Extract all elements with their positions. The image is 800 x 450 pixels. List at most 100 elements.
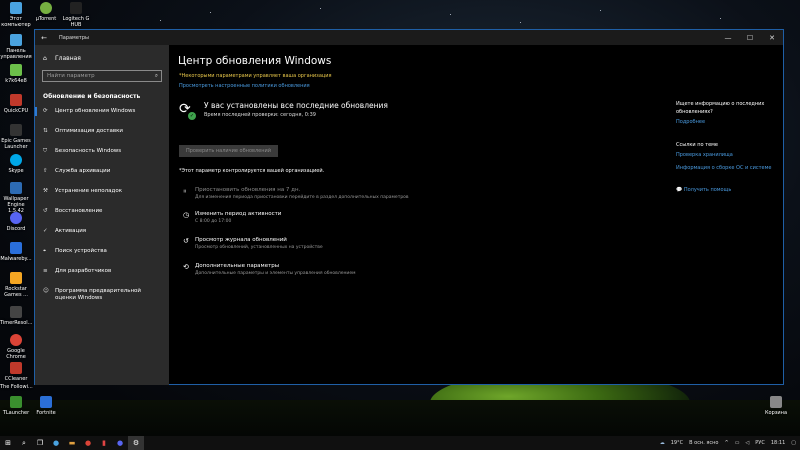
update-status: ⟳ ✓ У вас установлены все последние обно… — [179, 101, 388, 121]
settings-taskbar-icon[interactable]: ⚙ — [128, 436, 144, 450]
language-indicator[interactable]: РУС — [755, 440, 765, 446]
history-icon: ↺ — [183, 237, 189, 245]
task-view-icon[interactable]: ❐ — [32, 436, 48, 450]
sidebar-item-recovery[interactable]: ↺ Восстановление — [35, 208, 169, 228]
computer-icon — [10, 2, 22, 14]
desktop-icon-k7k[interactable]: k7k64e8 — [0, 64, 32, 84]
backup-icon: ⇧ — [43, 168, 48, 174]
check-badge-icon: ✓ — [188, 112, 196, 120]
page-title: Центр обновления Windows — [178, 55, 332, 67]
os-build-info-link[interactable]: Информация о сборке ОС и системе — [676, 165, 776, 171]
find-device-icon: ⌖ — [43, 248, 47, 254]
explorer-icon[interactable]: ▬ — [64, 436, 80, 450]
app-taskbar-icon[interactable]: ▮ — [96, 436, 112, 450]
advanced-settings-icon: ⟲ — [183, 263, 189, 271]
cube-icon — [10, 64, 22, 76]
sidebar-home[interactable]: ⌂ Главная — [35, 50, 169, 66]
search-icon: ⌕ — [154, 72, 158, 79]
weather-temp[interactable]: 19°C — [671, 440, 683, 446]
desktop-icon-malwarebytes[interactable]: Malwareby... — [0, 242, 32, 262]
sidebar-item-activation[interactable]: ✓ Активация — [35, 228, 169, 248]
timer-icon — [10, 306, 22, 318]
chrome-taskbar-icon[interactable]: ● — [80, 436, 96, 450]
start-button-icon[interactable]: ⊞ — [0, 436, 16, 450]
discord-taskbar-icon[interactable]: ● — [48, 436, 64, 450]
chrome-icon — [10, 334, 22, 346]
desktop-icon-epic[interactable]: Epic Games Launcher — [0, 124, 32, 150]
org-managed-note: *Некоторыми параметрами управляет ваша о… — [179, 73, 332, 79]
utorrent-icon — [40, 2, 52, 14]
desktop-icon-wallpaper-engine[interactable]: Wallpaper Engine 1.5.42 — [0, 182, 32, 214]
desktop-icon-logitech[interactable]: Logitech G HUB — [60, 2, 92, 28]
get-help-link[interactable]: 💬 Получить помощь — [676, 187, 776, 193]
app2-taskbar-icon[interactable]: ● — [112, 436, 128, 450]
insider-icon: ☺ — [43, 288, 49, 294]
desktop-icon-recycle-bin[interactable]: Корзина — [760, 396, 792, 416]
update-status-icon: ⟳ ✓ — [179, 101, 199, 121]
search-placeholder: Найти параметр — [47, 73, 95, 79]
home-label: Главная — [55, 54, 81, 62]
recycle-bin-icon — [770, 396, 782, 408]
chat-icon: 💬 — [676, 187, 683, 193]
desktop-icon-timerresolution[interactable]: TimerResol... — [0, 306, 32, 326]
option-advanced[interactable]: ⟲ Дополнительные параметры Дополнительны… — [183, 263, 356, 276]
rockstar-icon — [10, 272, 22, 284]
desktop-icon-chrome[interactable]: Google Chrome — [0, 334, 32, 360]
discord-icon — [10, 212, 22, 224]
more-info-link[interactable]: Подробнее — [676, 119, 776, 125]
sidebar-item-insider[interactable]: ☺ Программа предварительной оценки Windo… — [35, 288, 169, 308]
close-button[interactable]: ✕ — [761, 34, 783, 42]
related-links-title: Ссылки по теме — [676, 142, 718, 148]
sidebar-item-windows-update[interactable]: ⟳ Центр обновления Windows — [35, 107, 169, 128]
sidebar-item-delivery-optimization[interactable]: ⇅ Оптимизация доставки — [35, 128, 169, 148]
search-input[interactable]: Найти параметр ⌕ — [42, 70, 162, 82]
tlauncher-icon — [10, 396, 22, 408]
notifications-icon[interactable]: ▢ — [791, 440, 796, 446]
ccleaner-icon — [10, 362, 22, 374]
desktop-icon-this-pc[interactable]: Этот компьютер — [0, 2, 32, 28]
desktop-icon-quickcpu[interactable]: QuickCPU — [0, 94, 32, 114]
clock-icon: ◷ — [183, 211, 190, 219]
logitech-icon — [70, 2, 82, 14]
refresh-icon: ⟳ — [43, 108, 48, 114]
back-arrow-icon[interactable]: ← — [35, 34, 53, 42]
sidebar-nav: ⟳ Центр обновления Windows ⇅ Оптимизация… — [35, 107, 169, 308]
sidebar-item-backup[interactable]: ⇧ Служба архивации — [35, 168, 169, 188]
check-for-updates-button[interactable]: Проверить наличие обновлений — [179, 145, 278, 157]
weather-icon: ☁ — [659, 440, 665, 446]
control-panel-icon — [10, 34, 22, 46]
desktop-icon-ccleaner[interactable]: CCleaner — [0, 362, 32, 382]
maximize-button[interactable]: ☐ — [739, 34, 761, 42]
desktop-icon-rockstar[interactable]: Rockstar Games ... — [0, 272, 32, 298]
desktop-icon-control-panel[interactable]: Панель управления — [0, 34, 32, 60]
right-panel: Ищете информацию о последних обновлениях… — [676, 100, 776, 193]
title-bar: ← Параметры — ☐ ✕ — [35, 30, 783, 45]
tray-arrow-icon[interactable]: ^ — [724, 440, 728, 446]
skype-icon — [10, 154, 22, 166]
search-icon[interactable]: ⌕ — [16, 436, 32, 450]
clock[interactable]: 18:11 — [771, 440, 785, 446]
desktop-icon-fortnite[interactable]: Fortnite — [30, 396, 62, 416]
desktop-icon-discord[interactable]: Discord — [0, 212, 32, 232]
sidebar-item-developers[interactable]: ≡ Для разработчиков — [35, 268, 169, 288]
check-storage-link[interactable]: Проверка хранилища — [676, 152, 776, 158]
minimize-button[interactable]: — — [717, 34, 739, 42]
view-policies-link[interactable]: Просмотреть настроенные политики обновле… — [179, 83, 310, 89]
volume-icon[interactable]: ◁ — [745, 440, 749, 446]
desktop-icon-tlauncher[interactable]: TLauncher — [0, 396, 32, 416]
sidebar-item-windows-security[interactable]: ⛉ Безопасность Windows — [35, 148, 169, 168]
weather-text[interactable]: В осн. ясно — [689, 440, 718, 446]
taskbar: ⊞ ⌕ ❐ ● ▬ ● ▮ ● ⚙ ☁ 19°C В осн. ясно ^ ▭… — [0, 436, 800, 450]
desktop-icon-utorrent[interactable]: μTorrent — [30, 2, 62, 22]
option-pause-updates[interactable]: ⏸ Приостановить обновления на 7 дн. Для … — [183, 187, 409, 200]
section-title: Обновление и безопасность — [43, 93, 141, 100]
desktop-icon-skype[interactable]: Skype — [0, 154, 32, 174]
fortnite-icon — [40, 396, 52, 408]
malwarebytes-icon — [10, 242, 22, 254]
option-active-hours[interactable]: ◷ Изменить период активности С 8:00 до 1… — [183, 211, 281, 224]
option-update-history[interactable]: ↺ Просмотр журнала обновлений Просмотр о… — [183, 237, 323, 250]
network-icon[interactable]: ▭ — [735, 440, 740, 446]
sidebar-item-troubleshoot[interactable]: ⚒ Устранение неполадок — [35, 188, 169, 208]
sidebar-item-find-device[interactable]: ⌖ Поиск устройства — [35, 248, 169, 268]
quickcpu-icon — [10, 94, 22, 106]
